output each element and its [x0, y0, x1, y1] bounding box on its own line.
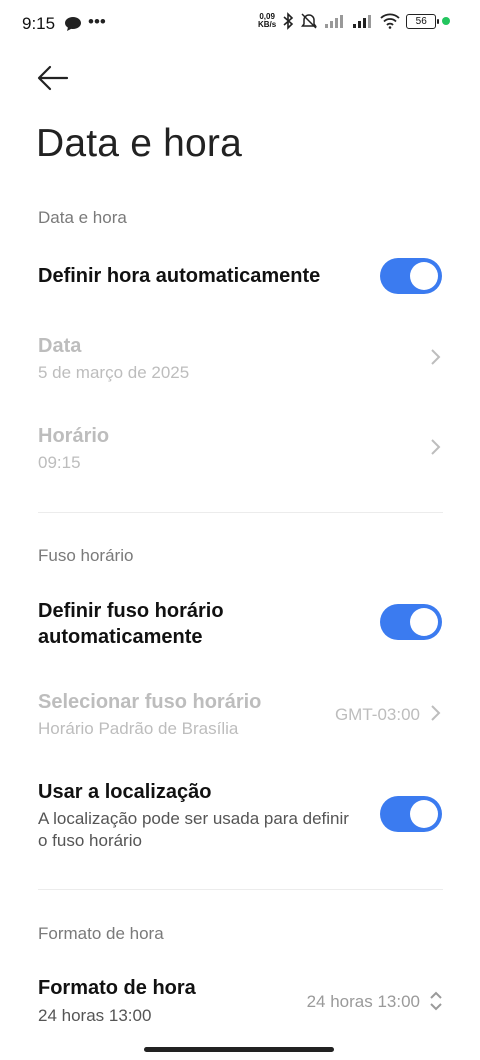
section-label-time-format: Formato de hora — [38, 924, 164, 943]
chevron-right-icon — [431, 349, 441, 365]
auto-timezone-row[interactable]: Definir fuso horário automaticamente — [0, 596, 480, 652]
auto-time-toggle[interactable] — [380, 258, 442, 294]
net-speed-unit: KB/s — [258, 20, 277, 29]
time-title: Horário — [38, 425, 110, 447]
toggle-knob — [410, 800, 438, 828]
select-timezone-title: Selecionar fuso horário — [38, 691, 262, 713]
section-label-timezone: Fuso horário — [38, 546, 134, 565]
use-location-title: Usar a localização — [38, 781, 212, 803]
auto-timezone-title-line1: Definir fuso horário — [38, 600, 224, 622]
select-timezone-subtitle: Horário Padrão de Brasília — [38, 719, 239, 738]
chevron-up-down-icon — [430, 991, 442, 1011]
chevron-right-icon — [431, 705, 441, 721]
more-icon: ••• — [88, 12, 106, 31]
chevron-right-icon — [431, 439, 441, 455]
toggle-knob — [410, 608, 438, 636]
battery-icon: 56 — [406, 13, 440, 29]
privacy-indicator — [442, 17, 451, 25]
net-speed: 0,09 KB/s — [258, 13, 276, 29]
use-location-subtitle-line2: o fuso horário — [38, 831, 142, 850]
time-format-value: 24 horas 13:00 — [306, 992, 420, 1011]
select-timezone-row[interactable]: Selecionar fuso horário Horário Padrão d… — [0, 682, 480, 748]
auto-time-row[interactable]: Definir hora automaticamente — [0, 248, 480, 304]
time-format-subtitle: 24 horas 13:00 — [38, 1006, 152, 1025]
time-row[interactable]: Horário 09:15 — [0, 416, 480, 482]
time-format-title: Formato de hora — [38, 977, 196, 999]
chat-bubble-icon — [65, 17, 81, 31]
date-value: 5 de março de 2025 — [38, 363, 190, 382]
bluetooth-icon — [283, 12, 294, 30]
date-title: Data — [38, 335, 82, 357]
divider — [38, 889, 443, 890]
timezone-value: GMT-03:00 — [334, 705, 420, 724]
signal-icon — [353, 15, 372, 28]
signal-icon — [325, 15, 344, 28]
page-title: Data e hora — [36, 122, 242, 165]
status-time: 9:15 — [22, 14, 56, 33]
toggle-knob — [410, 262, 438, 290]
use-location-toggle[interactable] — [380, 796, 442, 832]
section-label-date-time: Data e hora — [38, 208, 127, 227]
auto-timezone-title-line2: automaticamente — [38, 626, 203, 648]
auto-time-title: Definir hora automaticamente — [38, 265, 321, 287]
home-indicator[interactable] — [144, 1047, 334, 1052]
arrow-left-icon[interactable] — [36, 64, 70, 92]
status-icons: 0,09 KB/s 56 — [258, 12, 451, 30]
use-location-row[interactable]: Usar a localização A localização pode se… — [0, 772, 480, 856]
wifi-icon — [380, 13, 400, 29]
auto-timezone-toggle[interactable] — [380, 604, 442, 640]
use-location-subtitle-line1: A localização pode ser usada para defini… — [38, 809, 349, 828]
date-row[interactable]: Data 5 de março de 2025 — [0, 326, 480, 392]
time-format-row[interactable]: Formato de hora 24 horas 13:00 24 horas … — [0, 968, 480, 1034]
mute-icon — [301, 13, 318, 29]
divider — [38, 512, 443, 513]
time-value: 09:15 — [38, 453, 81, 472]
